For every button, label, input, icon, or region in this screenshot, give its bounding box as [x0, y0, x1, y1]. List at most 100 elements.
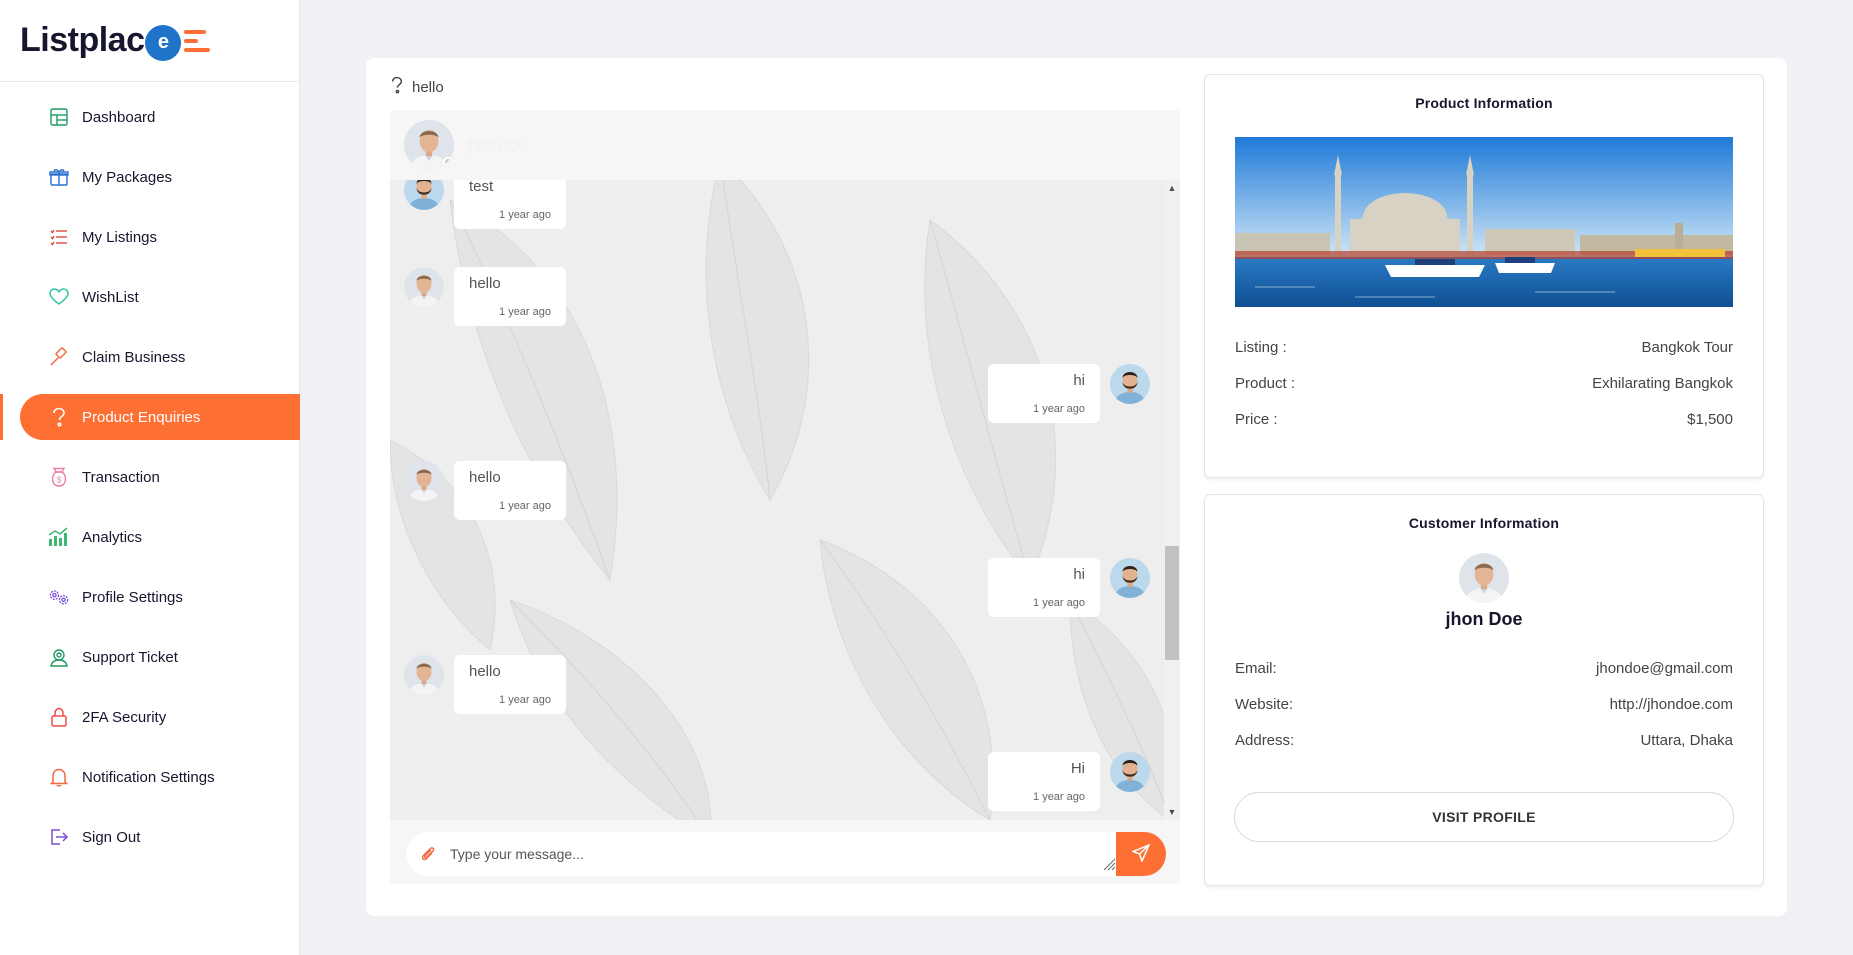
- gears-icon: [48, 586, 70, 608]
- scroll-up-icon[interactable]: ▲: [1164, 180, 1180, 196]
- message-bubble: hello 1 year ago: [454, 461, 566, 520]
- sidebar-item-my-packages[interactable]: My Packages: [20, 154, 300, 200]
- message-text: test: [469, 180, 494, 195]
- sidebar: Listplac e Dashboard My Packages My List…: [0, 0, 300, 955]
- sidebar-item-support-ticket[interactable]: Support Ticket: [20, 634, 300, 680]
- row-value: Bangkok Tour: [1641, 338, 1733, 356]
- support-icon: [48, 646, 70, 668]
- sidebar-item-label: My Listings: [82, 228, 158, 246]
- gavel-icon: [48, 346, 70, 368]
- package-icon: [48, 166, 70, 188]
- message-composer: [406, 832, 1166, 876]
- sidebar-item-2fa-security[interactable]: 2FA Security: [20, 694, 300, 740]
- heart-icon: [48, 286, 70, 308]
- scroll-down-icon[interactable]: ▼: [1164, 804, 1180, 820]
- panel-title: Product Information: [1415, 95, 1553, 111]
- sidebar-item-label: Sign Out: [82, 828, 141, 846]
- row-value: $1,500: [1687, 410, 1733, 428]
- message-time: 1 year ago: [1033, 403, 1085, 415]
- logo-speed-lines: [184, 29, 211, 52]
- info-row-product: Product : Exhilarating Bangkok: [1235, 365, 1733, 401]
- sidebar-item-profile-settings[interactable]: Profile Settings: [20, 574, 300, 620]
- message-incoming: hello 1 year ago: [404, 655, 566, 714]
- dashboard-icon: [48, 106, 70, 128]
- sidebar-item-transaction[interactable]: $ Transaction: [20, 454, 300, 500]
- resize-handle-icon: [1102, 857, 1116, 874]
- row-label: Email:: [1235, 659, 1277, 677]
- sign-out-icon: [48, 826, 70, 848]
- visit-profile-button[interactable]: VISIT PROFILE: [1234, 792, 1734, 842]
- avatar: [1110, 752, 1150, 792]
- info-row-address: Address: Uttara, Dhaka: [1235, 722, 1733, 758]
- avatar: [404, 461, 444, 501]
- bell-icon: [48, 766, 70, 788]
- sidebar-item-label: WishList: [82, 288, 139, 306]
- message-list[interactable]: test 1 year ago hello 1 year ago hi 1 ye…: [390, 180, 1164, 820]
- message-list-scrollbar[interactable]: ▲ ▼: [1164, 180, 1180, 820]
- paper-plane-icon: [1130, 843, 1151, 865]
- sidebar-item-label: Product Enquiries: [82, 408, 201, 426]
- message-outgoing: Hi 1 year ago: [988, 752, 1150, 811]
- sidebar-item-wishlist[interactable]: WishList: [20, 274, 300, 320]
- sidebar-item-dashboard[interactable]: Dashboard: [20, 94, 300, 140]
- info-row-email: Email: jhondoe@gmail.com: [1235, 650, 1733, 686]
- sidebar-item-label: Notification Settings: [82, 768, 215, 786]
- message-outgoing: hi 1 year ago: [988, 558, 1150, 617]
- avatar: [1459, 553, 1509, 603]
- avatar: [1110, 364, 1150, 404]
- info-row-listing: Listing : Bangkok Tour: [1235, 329, 1733, 365]
- sidebar-item-my-listings[interactable]: My Listings: [20, 214, 300, 260]
- product-image: [1235, 137, 1733, 307]
- logo-pin-icon: e: [145, 24, 182, 61]
- scrollbar-thumb[interactable]: [1165, 546, 1179, 660]
- info-row-website: Website: http://jhondoe.com: [1235, 686, 1733, 722]
- sidebar-item-label: My Packages: [82, 168, 173, 186]
- send-button[interactable]: [1103, 832, 1166, 876]
- sidebar-item-label: 2FA Security: [82, 708, 167, 726]
- money-bag-icon: $: [48, 466, 70, 488]
- message-text: hi: [1073, 372, 1085, 389]
- row-value: jhondoe@gmail.com: [1596, 659, 1733, 677]
- message-text: hello: [469, 469, 501, 486]
- sidebar-item-notification-settings[interactable]: Notification Settings: [20, 754, 300, 800]
- sidebar-item-claim-business[interactable]: Claim Business: [20, 334, 300, 380]
- row-value: Uttara, Dhaka: [1640, 731, 1733, 749]
- enquiry-card: hello jhon Doe test 1 year ago hello 1 y…: [366, 58, 1787, 916]
- chat-header: jhon Doe: [390, 110, 1180, 180]
- message-bubble: hello 1 year ago: [454, 655, 566, 714]
- attachment-icon[interactable]: [406, 845, 450, 863]
- online-status-dot: [443, 157, 453, 167]
- sidebar-item-label: Dashboard: [82, 108, 156, 126]
- avatar: [404, 180, 444, 210]
- svg-text:$: $: [57, 476, 62, 485]
- message-time: 1 year ago: [1033, 791, 1085, 803]
- message-bubble: hi 1 year ago: [988, 364, 1100, 423]
- sidebar-item-label: Support Ticket: [82, 648, 178, 666]
- sidebar-item-product-enquiries[interactable]: Product Enquiries: [0, 394, 300, 440]
- message-time: 1 year ago: [499, 694, 551, 706]
- message-outgoing: hi 1 year ago: [988, 364, 1150, 423]
- product-information-panel: Product Information Listing: Bangkok To…: [1204, 74, 1764, 478]
- sidebar-item-label: Analytics: [82, 528, 143, 546]
- row-label: Address:: [1235, 731, 1295, 749]
- message-input[interactable]: [450, 834, 1116, 874]
- message-text: hi: [1073, 566, 1085, 583]
- question-icon: [390, 76, 404, 98]
- sidebar-nav: Dashboard My Packages My Listings WishLi…: [0, 82, 300, 860]
- sidebar-item-label: Claim Business: [82, 348, 186, 366]
- message-time: 1 year ago: [499, 209, 551, 221]
- sidebar-item-analytics[interactable]: Analytics: [20, 514, 300, 560]
- brand-logo[interactable]: Listplac e: [0, 0, 299, 82]
- message-text: hello: [469, 663, 501, 680]
- avatar: [404, 267, 444, 307]
- row-label: Price :: [1235, 410, 1278, 428]
- avatar[interactable]: [404, 120, 454, 170]
- message-bubble: Hi 1 year ago: [988, 752, 1100, 811]
- message-text: hello: [469, 275, 501, 292]
- message-time: 1 year ago: [499, 500, 551, 512]
- logo-text: Listplac: [20, 21, 145, 59]
- list-icon: [48, 226, 70, 248]
- message-time: 1 year ago: [499, 306, 551, 318]
- message-incoming: test 1 year ago: [404, 180, 566, 229]
- sidebar-item-sign-out[interactable]: Sign Out: [20, 814, 300, 860]
